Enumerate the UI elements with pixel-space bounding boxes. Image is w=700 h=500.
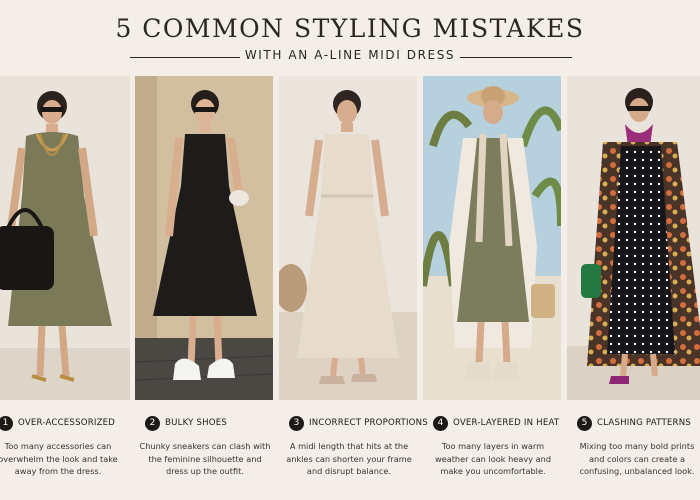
mistake-title: CLASHING PATTERNS (597, 418, 692, 428)
mistake-description: Too many accessories can overwhelm the l… (0, 441, 118, 477)
mistake-description: Mixing too many bold prints and colors c… (579, 441, 695, 477)
mistake-description: Chunky sneakers can clash with the femin… (139, 441, 271, 477)
photo-over-accessorized (0, 76, 130, 400)
caption-3: 3 INCORRECT PROPORTIONS A midi length th… (277, 404, 428, 500)
subtitle-row: WITH AN A-LINE MIDI DRESS (0, 48, 700, 66)
step-number-badge: 1 (0, 416, 13, 431)
mistake-title: BULKY SHOES (165, 418, 228, 428)
step-number-badge: 5 (577, 416, 592, 431)
photo-clashing-patterns (567, 76, 700, 400)
page-title: 5 COMMON STYLING MISTAKES (115, 14, 585, 43)
photo-over-layered-in-heat (423, 76, 561, 400)
mistake-title: INCORRECT PROPORTIONS (309, 418, 428, 428)
subtitle-rule-right (460, 57, 572, 58)
header: 5 COMMON STYLING MISTAKES WITH AN A-LINE… (0, 0, 700, 72)
mistake-description: A midi length that hits at the ankles ca… (286, 441, 412, 477)
caption-2: 2 BULKY SHOES Chunky sneakers can clash … (133, 404, 273, 500)
caption-1: 1 OVER-ACCESSORIZED Too many accessories… (0, 404, 126, 500)
caption-5: 5 CLASHING PATTERNS Mixing too many bold… (565, 404, 700, 500)
photo-bulky-shoes (135, 76, 273, 400)
mistake-description: Too many layers in warm weather can look… (434, 441, 552, 477)
mistake-title: OVER-ACCESSORIZED (18, 418, 116, 428)
mistake-title: OVER-LAYERED IN HEAT (453, 418, 560, 428)
page-subtitle: WITH AN A-LINE MIDI DRESS (244, 48, 456, 62)
caption-4: 4 OVER-LAYERED IN HEAT Too many layers i… (421, 404, 561, 500)
step-number-badge: 2 (145, 416, 160, 431)
step-number-badge: 3 (289, 416, 304, 431)
step-number-badge: 4 (433, 416, 448, 431)
photo-incorrect-proportions (279, 76, 417, 400)
